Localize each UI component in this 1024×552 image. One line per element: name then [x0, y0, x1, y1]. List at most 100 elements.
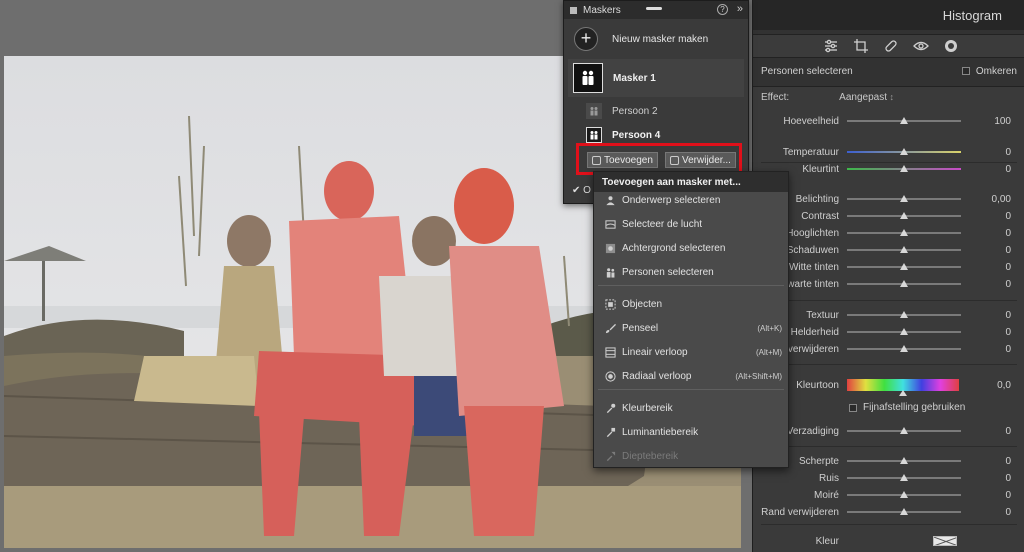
- slider-track[interactable]: [847, 246, 961, 253]
- slider-thumb[interactable]: [900, 328, 908, 335]
- slider-thumb[interactable]: [900, 457, 908, 464]
- slider-label: Ruis: [818, 472, 839, 484]
- plus-icon: +: [574, 27, 598, 51]
- mask-section-label: Personen selecteren: [761, 65, 853, 77]
- slider-thumb[interactable]: [900, 195, 908, 202]
- menu-item-color-range[interactable]: Kleurbereik: [594, 399, 788, 417]
- hue-thumb[interactable]: [899, 390, 907, 396]
- slider-value[interactable]: 0: [961, 279, 1011, 290]
- effect-preset-select[interactable]: Aangepast: [839, 92, 894, 103]
- mask-component-person-2[interactable]: Persoon 2: [586, 103, 658, 119]
- menu-item-shortcut: (Alt+M): [756, 347, 782, 357]
- slider-thumb[interactable]: [900, 212, 908, 219]
- menu-item-label: Onderwerp selecteren: [622, 194, 721, 206]
- slider-thumb[interactable]: [900, 508, 908, 515]
- menu-item-people[interactable]: Personen selecteren: [594, 263, 788, 281]
- slider-thumb[interactable]: [900, 427, 908, 434]
- slider-value[interactable]: 0: [961, 507, 1011, 518]
- crop-icon[interactable]: [853, 38, 869, 54]
- mask-icon[interactable]: [943, 38, 959, 54]
- slider-value[interactable]: 0: [961, 310, 1011, 321]
- menu-item-sky[interactable]: Selecteer de lucht: [594, 215, 788, 233]
- slider-thumb[interactable]: [900, 263, 908, 270]
- histogram-header[interactable]: Histogram: [753, 0, 1024, 30]
- slider-track[interactable]: [847, 280, 961, 287]
- slider-value[interactable]: 100: [961, 116, 1011, 127]
- menu-item-luminance-range[interactable]: Luminantiebereik: [594, 423, 788, 441]
- eye-icon[interactable]: [913, 38, 929, 54]
- slider-thumb[interactable]: [900, 311, 908, 318]
- slider-value[interactable]: 0: [961, 262, 1011, 273]
- slider-track[interactable]: [847, 165, 961, 172]
- slider-value[interactable]: 0,00: [961, 194, 1011, 205]
- slider-track[interactable]: [847, 491, 961, 498]
- slider-value[interactable]: 0: [961, 426, 1011, 437]
- slider-thumb[interactable]: [900, 148, 908, 155]
- slider-track[interactable]: [847, 345, 961, 352]
- fine-tune-checkbox[interactable]: [849, 403, 857, 412]
- hue-value[interactable]: 0,0: [959, 380, 1011, 391]
- slider-value[interactable]: 0: [961, 456, 1011, 467]
- slider-track[interactable]: [847, 328, 961, 335]
- slider-thumb[interactable]: [900, 491, 908, 498]
- invert-checkbox[interactable]: [961, 66, 970, 75]
- slider-track[interactable]: [847, 229, 961, 236]
- slider-track[interactable]: [847, 427, 961, 434]
- slider-track[interactable]: [847, 148, 961, 155]
- slider-thumb[interactable]: [900, 229, 908, 236]
- menu-divider: [598, 389, 784, 390]
- slider-thumb[interactable]: [900, 246, 908, 253]
- new-mask-button[interactable]: + Nieuw masker maken: [574, 27, 708, 51]
- collapse-icon[interactable]: »: [737, 3, 743, 15]
- slider-row: Kleurtint 0: [761, 163, 1019, 175]
- mask-name: Masker 1: [613, 72, 656, 84]
- menu-item-person[interactable]: Onderwerp selecteren: [594, 191, 788, 209]
- fine-tune-option[interactable]: Fijnafstelling gebruiken: [849, 402, 965, 413]
- mask-thumbnail-icon: [573, 63, 603, 93]
- masks-panel-header[interactable]: Maskers ? »: [564, 1, 748, 19]
- slider-value[interactable]: 0: [961, 164, 1011, 175]
- slider-track[interactable]: [847, 117, 961, 124]
- overlay-option[interactable]: ✔ O: [572, 185, 591, 196]
- slider-thumb[interactable]: [900, 474, 908, 481]
- slider-value[interactable]: 0: [961, 490, 1011, 501]
- slider-thumb[interactable]: [900, 345, 908, 352]
- menu-item-brush[interactable]: Penseel (Alt+K): [594, 319, 788, 337]
- slider-track[interactable]: [847, 195, 961, 202]
- slider-value[interactable]: 0: [961, 327, 1011, 338]
- develop-right-panel: Histogram Personen selecteren Omkeren Ef…: [752, 0, 1024, 552]
- bandage-icon[interactable]: [883, 38, 899, 54]
- slider-thumb[interactable]: [900, 280, 908, 287]
- drag-handle-icon[interactable]: [646, 7, 662, 10]
- slider-track[interactable]: [847, 263, 961, 270]
- slider-value[interactable]: 0: [961, 344, 1011, 355]
- mask-item[interactable]: Masker 1: [568, 59, 744, 97]
- slider-value[interactable]: 0: [961, 147, 1011, 158]
- mask-component-person-4[interactable]: Persoon 4: [586, 127, 660, 143]
- help-icon[interactable]: ?: [717, 4, 728, 15]
- menu-item-background[interactable]: Achtergrond selecteren: [594, 239, 788, 257]
- menu-item-linear-gradient[interactable]: Lineair verloop (Alt+M): [594, 343, 788, 361]
- menu-item-radial-gradient[interactable]: Radiaal verloop (Alt+Shift+M): [594, 367, 788, 385]
- slider-value[interactable]: 0: [961, 228, 1011, 239]
- color-range-icon: [604, 402, 616, 414]
- color-swatch[interactable]: [933, 536, 957, 546]
- invert-option[interactable]: Omkeren: [961, 66, 1017, 77]
- slider-track[interactable]: [847, 212, 961, 219]
- menu-item-objects[interactable]: Objecten: [594, 295, 788, 313]
- slider-track[interactable]: [847, 311, 961, 318]
- slider-thumb[interactable]: [900, 117, 908, 124]
- slider-row: Belichting 0,00: [761, 193, 1019, 205]
- slider-value[interactable]: 0: [961, 245, 1011, 256]
- slider-value[interactable]: 0: [961, 473, 1011, 484]
- slider-value[interactable]: 0: [961, 211, 1011, 222]
- mask-section-header: Personen selecteren Omkeren: [761, 62, 1017, 80]
- fine-tune-label: Fijnafstelling gebruiken: [863, 402, 966, 413]
- hue-slider[interactable]: [847, 379, 959, 396]
- slider-thumb[interactable]: [900, 165, 908, 172]
- slider-track[interactable]: [847, 508, 961, 515]
- sliders-icon[interactable]: [823, 38, 839, 54]
- slider-track[interactable]: [847, 474, 961, 481]
- slider-track[interactable]: [847, 457, 961, 464]
- check-icon: ✔: [572, 185, 581, 196]
